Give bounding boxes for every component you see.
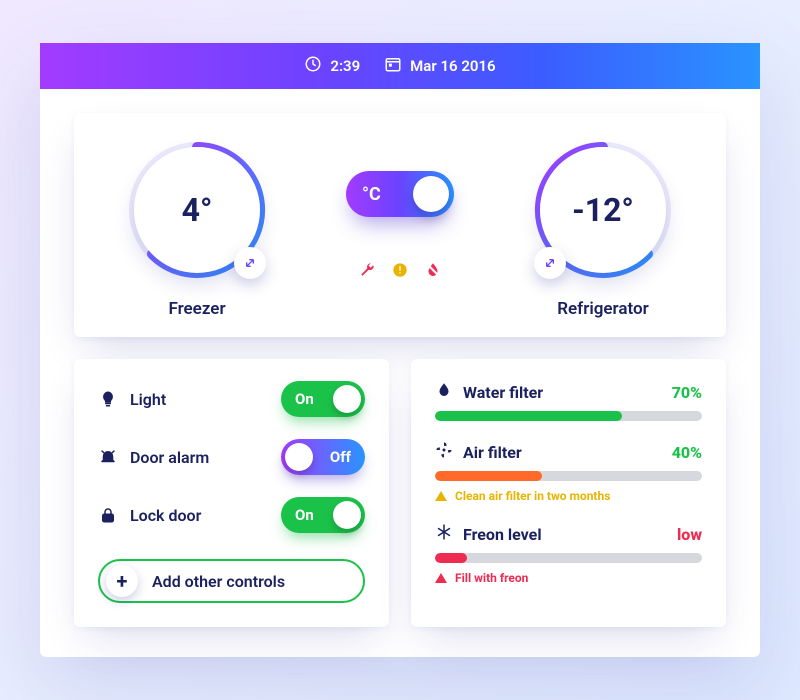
toggle-thumb [333,385,361,413]
status-bar-fill [435,553,467,563]
status-value: 40% [672,443,702,462]
temperature-card: 4° Freezer °C [74,113,726,337]
unit-toggle[interactable]: °C [346,171,454,217]
status-bar [435,471,702,481]
toggle-light[interactable]: On [281,381,365,417]
control-row-lock-door: Lock door On [98,497,365,533]
expand-arrows-icon [242,255,258,271]
fan-icon [435,441,453,463]
header-time: 2:39 [304,55,360,77]
status-icon-row [358,261,442,283]
status-note-text: Fill with freon [455,571,528,585]
header-date: Mar 16 2016 [384,55,495,77]
control-label: Lock door [130,506,201,525]
toggle-state-label: On [295,506,314,524]
controls-panel: Light On Door alarm Off Lock door On [74,359,389,627]
water-off-icon[interactable] [424,261,442,283]
status-note: Fill with freon [435,571,702,585]
refrigerator-gauge: -12° Refrigerator [508,135,698,319]
freezer-gauge: 4° Freezer [102,135,292,319]
toggle-state-label: On [295,390,314,408]
alert-triangle-icon [435,573,447,583]
freezer-label: Freezer [168,299,225,319]
status-water-filter: Water filter 70% [435,381,702,421]
status-panel: Water filter 70% Air filter 40% [411,359,726,627]
status-note: Clean air filter in two months [435,489,702,503]
status-value: 70% [672,383,702,402]
freezer-adjust-knob[interactable] [234,247,266,279]
control-row-light: Light On [98,381,365,417]
bell-alarm-icon [98,447,118,467]
unit-label: °C [362,184,381,205]
status-bar [435,553,702,563]
add-controls-button[interactable]: + Add other controls [98,559,365,603]
appliance-dashboard: 2:39 Mar 16 2016 4° [40,43,760,657]
expand-arrows-icon [542,255,558,271]
toggle-lock-door[interactable]: On [281,497,365,533]
date-value: Mar 16 2016 [410,57,495,75]
status-note-text: Clean air filter in two months [455,489,610,503]
status-value: low [677,525,702,544]
toggle-door-alarm[interactable]: Off [281,439,365,475]
alert-triangle-icon [435,491,447,501]
warning-icon[interactable] [392,262,408,282]
status-label: Water filter [463,383,543,402]
status-air-filter: Air filter 40% Clean air filter in two m… [435,441,702,503]
control-label: Light [130,390,166,409]
plus-icon: + [106,565,138,597]
fridge-label: Refrigerator [557,299,649,319]
lightbulb-icon [98,389,118,409]
toggle-thumb [285,443,313,471]
fridge-adjust-knob[interactable] [534,247,566,279]
calendar-icon [384,55,402,77]
clock-icon [304,55,322,77]
control-label: Door alarm [130,448,209,467]
add-controls-label: Add other controls [152,572,285,591]
status-bar-fill [435,411,622,421]
lock-icon [98,505,118,525]
freezer-temp-value: 4° [182,191,213,229]
drop-icon [435,381,453,403]
status-label: Freon level [463,525,542,544]
fridge-temp-value: -12° [572,191,634,229]
freezer-dial[interactable]: 4° [122,135,272,285]
unit-toggle-thumb [413,176,449,212]
wrench-icon[interactable] [358,261,376,283]
snow-icon [435,523,453,545]
header-bar: 2:39 Mar 16 2016 [40,43,760,89]
status-bar-fill [435,471,542,481]
status-label: Air filter [463,443,522,462]
toggle-thumb [333,501,361,529]
status-bar [435,411,702,421]
toggle-state-label: Off [330,448,351,466]
status-freon-level: Freon level low Fill with freon [435,523,702,585]
control-row-door-alarm: Door alarm Off [98,439,365,475]
time-value: 2:39 [330,57,360,75]
refrigerator-dial[interactable]: -12° [528,135,678,285]
